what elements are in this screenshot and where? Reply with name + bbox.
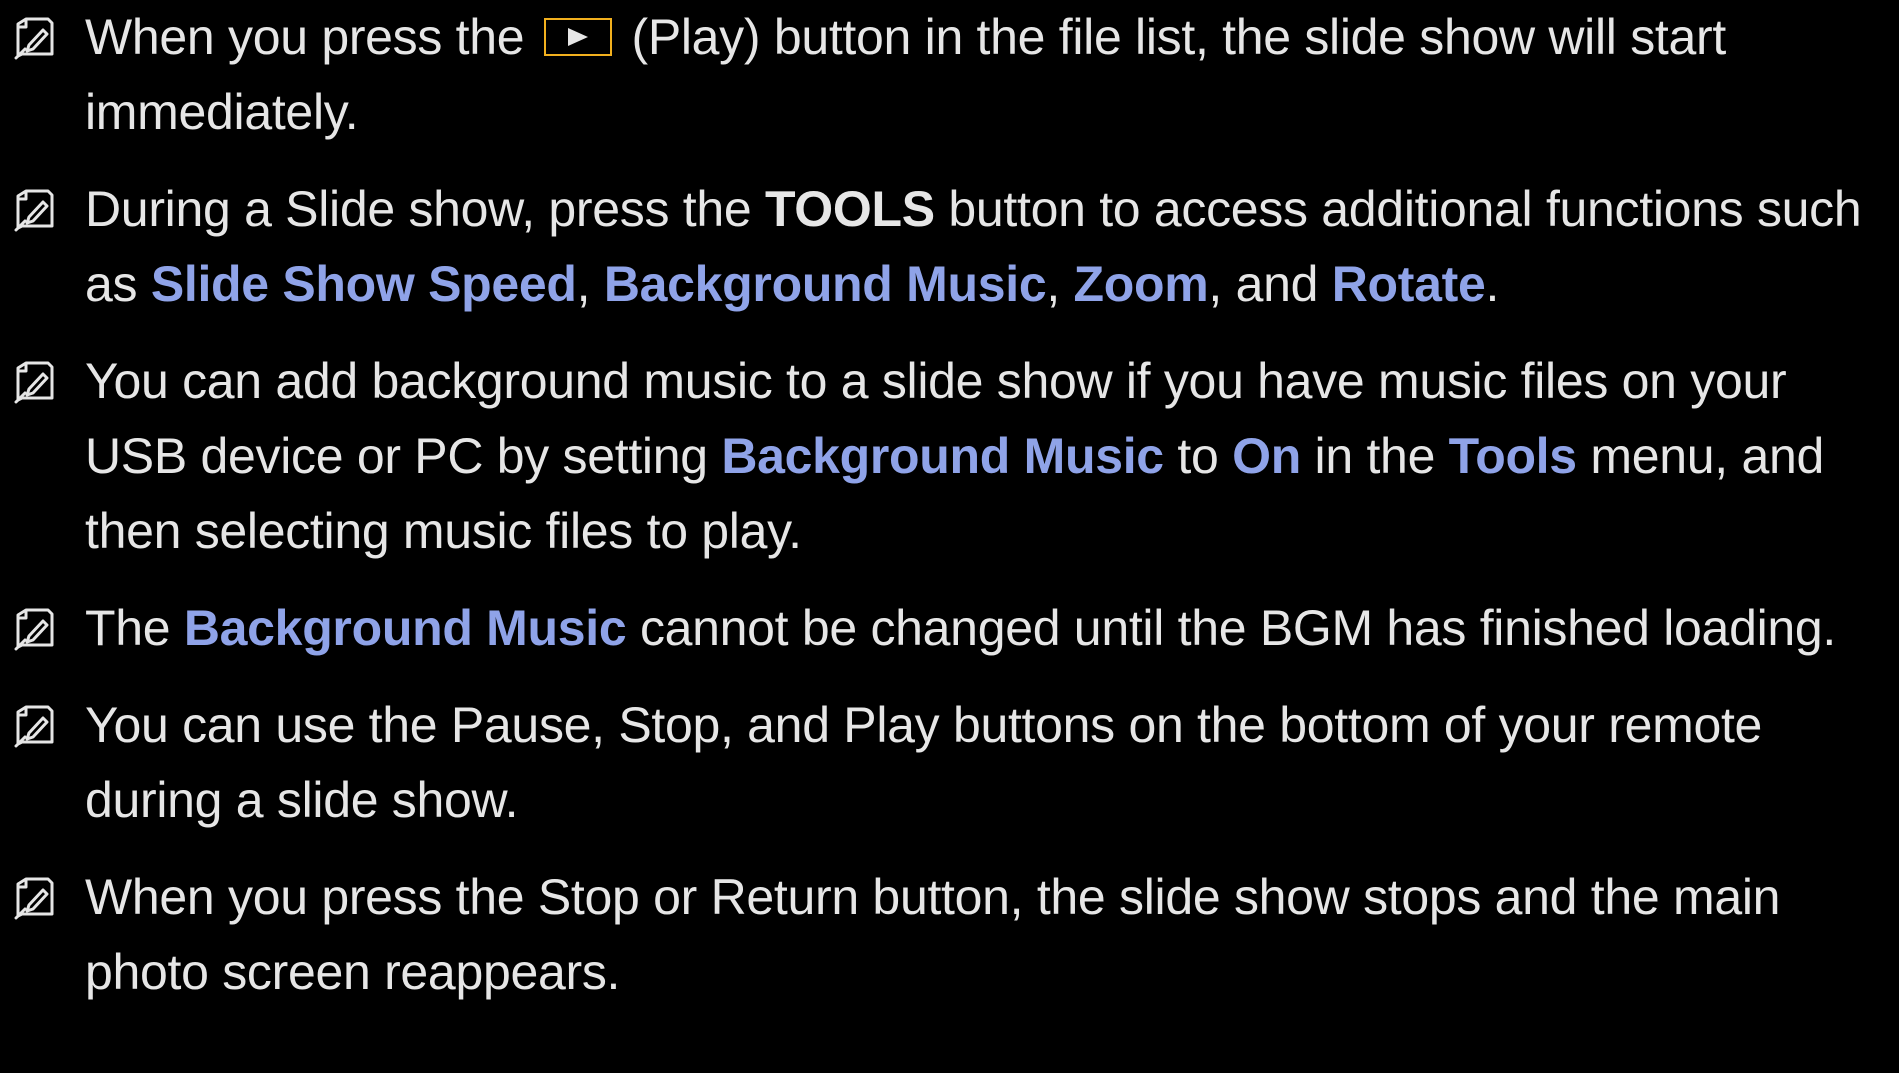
note-icon <box>12 360 60 404</box>
note-item-bgm-loading: The Background Music cannot be changed u… <box>0 591 1899 666</box>
note-icon <box>12 188 60 232</box>
note-text-segment: , and <box>1208 256 1332 312</box>
note-icon <box>12 607 60 651</box>
note-text: The Background Music cannot be changed u… <box>85 600 1836 656</box>
note-text-segment: The <box>85 600 184 656</box>
tools-button-label: TOOLS <box>764 181 935 237</box>
note-text: During a Slide show, press the TOOLS but… <box>85 181 1862 312</box>
note-icon <box>12 876 60 920</box>
note-text-segment: . <box>1485 256 1500 312</box>
note-item-play-button: When you press the (Play) button in the … <box>0 0 1899 150</box>
note-text-segment: When you press the <box>85 9 525 65</box>
note-text: You can use the Pause, Stop, and Play bu… <box>85 697 1763 828</box>
zoom-term: Zoom <box>1073 256 1209 312</box>
background-music-term: Background Music <box>183 600 627 656</box>
note-text: When you press the (Play) button in the … <box>85 9 1726 140</box>
note-text-segment: , <box>1046 256 1074 312</box>
note-icon <box>12 16 60 60</box>
notes-list: When you press the (Play) button in the … <box>0 0 1899 1032</box>
note-item-stop-return: When you press the Stop or Return button… <box>0 860 1899 1010</box>
note-text: When you press the Stop or Return button… <box>85 869 1781 1000</box>
play-icon <box>567 27 588 46</box>
play-button-glyph <box>543 17 612 56</box>
rotate-term: Rotate <box>1331 256 1486 312</box>
note-text-segment: , <box>576 256 604 312</box>
note-text-segment: in the <box>1300 428 1449 484</box>
note-text-segment: cannot be changed until the BGM has fini… <box>626 600 1836 656</box>
on-term: On <box>1232 428 1301 484</box>
slide-show-speed-term: Slide Show Speed <box>150 256 577 312</box>
note-text: You can add background music to a slide … <box>85 353 1824 559</box>
note-text-segment: to <box>1163 428 1233 484</box>
note-text-segment: During a Slide show, press the <box>85 181 765 237</box>
note-item-add-background-music: You can add background music to a slide … <box>0 344 1899 569</box>
note-item-tools-functions: During a Slide show, press the TOOLS but… <box>0 172 1899 322</box>
note-icon <box>12 704 60 748</box>
note-item-remote-buttons: You can use the Pause, Stop, and Play bu… <box>0 688 1899 838</box>
background-music-term: Background Music <box>721 428 1164 484</box>
tools-term: Tools <box>1448 428 1577 484</box>
background-music-term: Background Music <box>603 256 1047 312</box>
